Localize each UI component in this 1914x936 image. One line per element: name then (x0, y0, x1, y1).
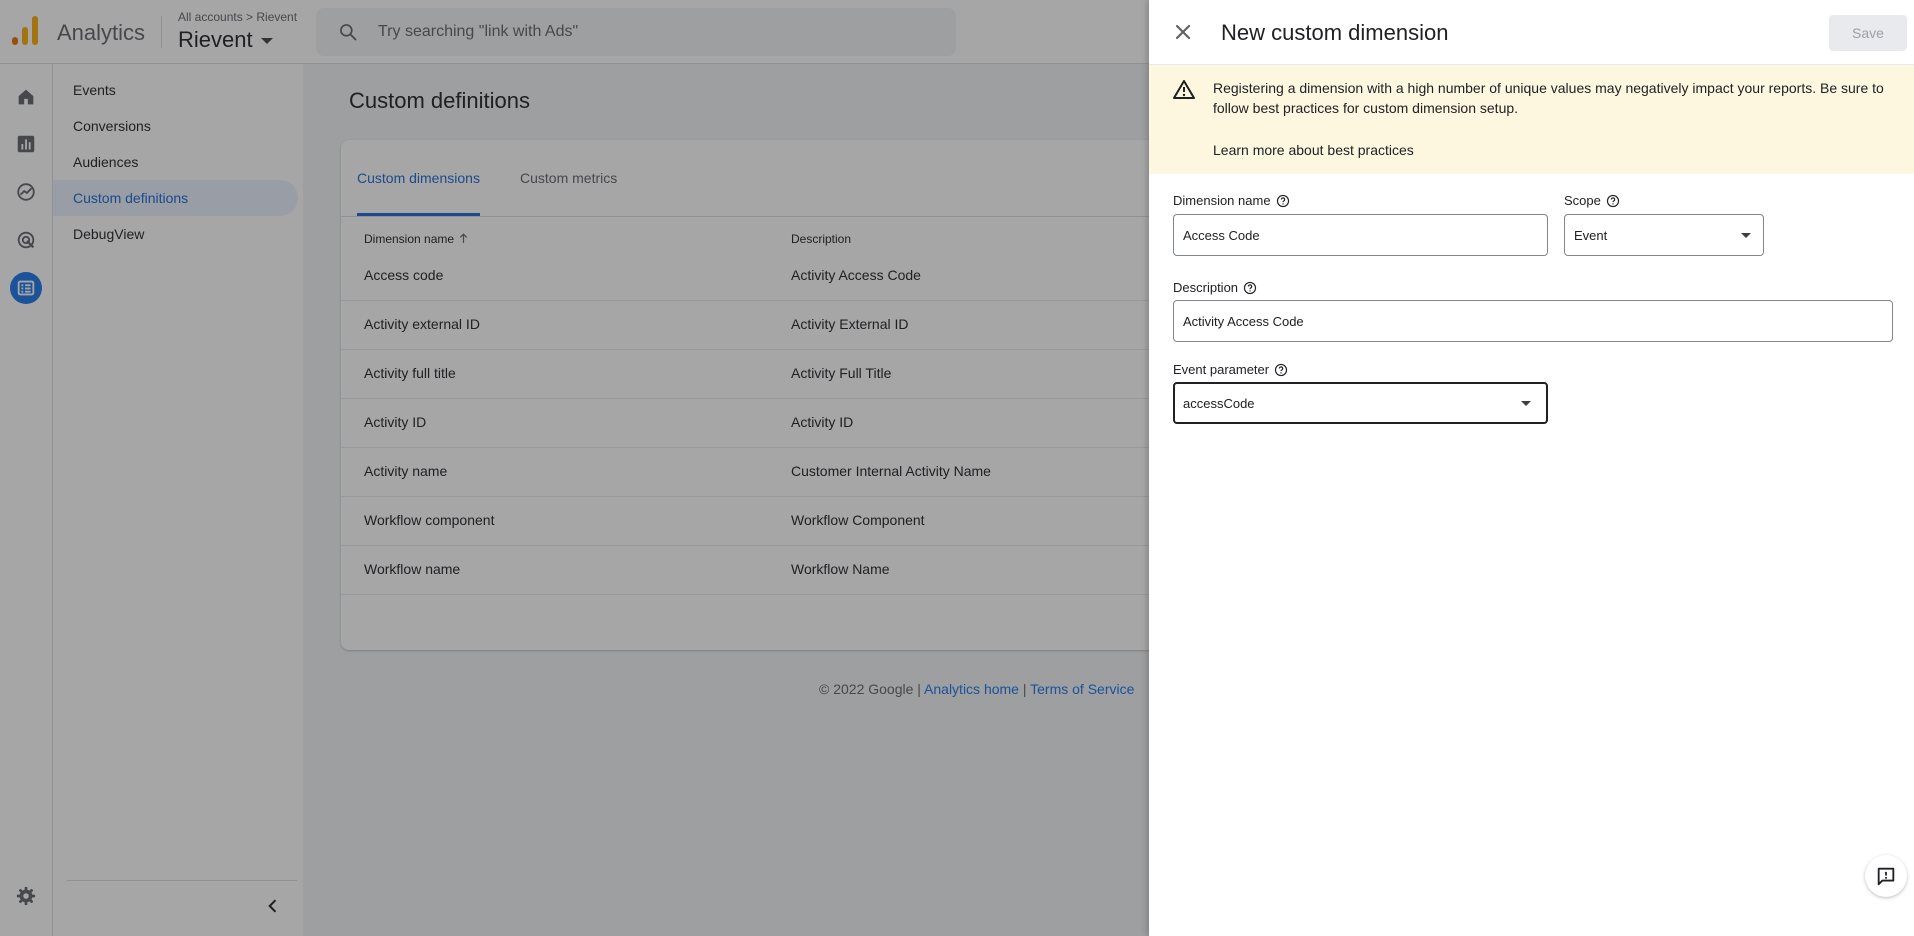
warning-icon (1173, 80, 1195, 99)
chevron-down-icon (1521, 401, 1531, 406)
close-icon[interactable] (1171, 20, 1195, 44)
warning-banner: Registering a dimension with a high numb… (1149, 65, 1914, 174)
scope-label: Scope (1564, 193, 1620, 208)
help-icon[interactable] (1606, 194, 1620, 208)
help-icon[interactable] (1276, 194, 1290, 208)
dimension-name-label: Dimension name (1173, 193, 1290, 208)
help-icon[interactable] (1243, 281, 1257, 295)
feedback-icon (1877, 867, 1895, 886)
description-label: Description (1173, 280, 1257, 295)
chevron-down-icon (1741, 233, 1751, 238)
dimension-name-input[interactable]: Access Code (1173, 214, 1548, 256)
description-input[interactable]: Activity Access Code (1173, 300, 1893, 342)
new-custom-dimension-drawer: New custom dimension Save Registering a … (1149, 0, 1914, 936)
save-button[interactable]: Save (1829, 15, 1907, 51)
scope-select[interactable]: Event (1564, 214, 1764, 256)
help-icon[interactable] (1274, 363, 1288, 377)
event-parameter-select[interactable]: accessCode (1173, 382, 1548, 424)
feedback-button[interactable] (1865, 855, 1907, 897)
warning-text: Registering a dimension with a high numb… (1213, 80, 1884, 116)
event-parameter-label: Event parameter (1173, 362, 1288, 377)
drawer-title: New custom dimension (1221, 20, 1449, 45)
best-practices-link[interactable]: Learn more about best practices (1213, 142, 1414, 158)
